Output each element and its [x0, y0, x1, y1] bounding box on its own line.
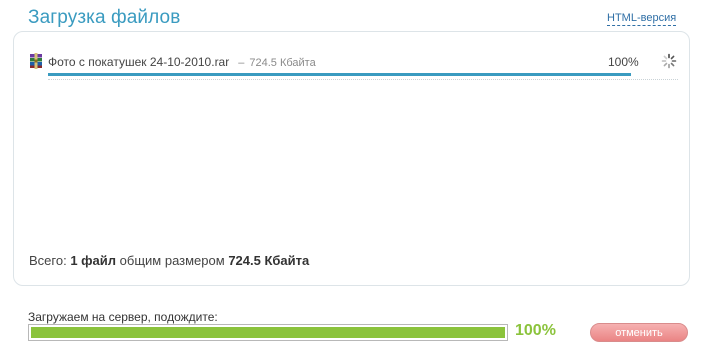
file-progress-bar: [48, 73, 631, 76]
summary-middle-text: общим размером: [119, 253, 225, 268]
file-name: Фото с покатушек 24-10-2010.rar –724.5 Кб…: [48, 55, 316, 69]
html-version-link[interactable]: HTML-версия: [607, 12, 677, 26]
upload-progress-fill: [31, 327, 505, 338]
page-title: Загрузка файлов: [28, 7, 181, 28]
upload-summary: Всего: 1 файл общим размером 724.5 Кбайт…: [29, 253, 309, 268]
upload-percent: 100%: [515, 322, 556, 339]
row-divider: [48, 79, 678, 80]
file-list-item: Фото с покатушек 24-10-2010.rar –724.5 Кб…: [28, 53, 678, 80]
summary-total-size: 724.5 Кбайта: [228, 253, 310, 268]
cancel-button[interactable]: отменить: [590, 323, 688, 342]
file-size: 724.5 Кбайта: [249, 57, 316, 69]
file-progress-fill: [48, 73, 631, 76]
winrar-archive-icon: [30, 53, 42, 69]
file-percent: 100%: [608, 55, 639, 69]
file-name-text: Фото с покатушек 24-10-2010.rar: [48, 55, 230, 69]
summary-prefix: Всего:: [29, 253, 67, 268]
upload-status-label: Загружаем на сервер, подождите:: [28, 310, 218, 324]
file-separator: –: [238, 57, 245, 69]
loading-spinner-icon: [661, 53, 677, 69]
upload-progress-bar: [28, 324, 508, 341]
summary-file-count: 1 файл: [70, 253, 117, 268]
